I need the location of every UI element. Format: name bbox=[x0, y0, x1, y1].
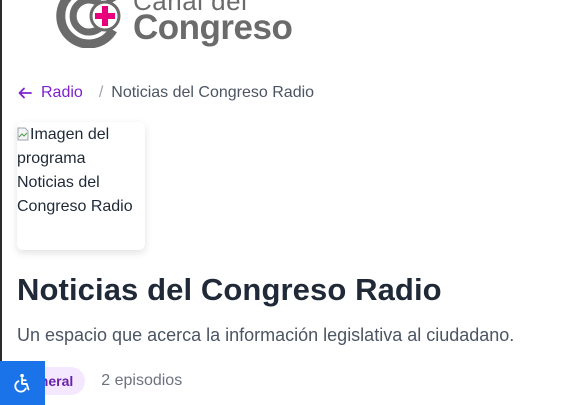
accessibility-button[interactable] bbox=[0, 361, 45, 405]
cover-alt-text: Imagen del programa Noticias del Congres… bbox=[17, 126, 133, 215]
breadcrumb: Radio / Noticias del Congreso Radio bbox=[17, 84, 314, 102]
page-title: Noticias del Congreso Radio bbox=[17, 272, 442, 307]
logo-main-text: Congreso bbox=[133, 8, 293, 47]
breadcrumb-current: Noticias del Congreso Radio bbox=[111, 84, 315, 101]
breadcrumb-back-label: Radio bbox=[41, 84, 83, 101]
logo-mark-icon bbox=[55, 0, 127, 49]
program-description: Un espacio que acerca la información leg… bbox=[17, 325, 515, 345]
breadcrumb-back-link[interactable]: Radio bbox=[17, 84, 83, 102]
accessibility-icon bbox=[13, 373, 29, 393]
broken-image-icon bbox=[17, 127, 29, 141]
window-edge bbox=[0, 0, 2, 405]
breadcrumb-separator: / bbox=[98, 84, 104, 101]
site-logo[interactable]: Canal del Congreso bbox=[55, 0, 293, 49]
program-cover-image: Imagen del programa Noticias del Congres… bbox=[17, 122, 145, 250]
arrow-left-icon bbox=[18, 87, 32, 99]
episode-count: 2 episodios bbox=[101, 372, 183, 389]
